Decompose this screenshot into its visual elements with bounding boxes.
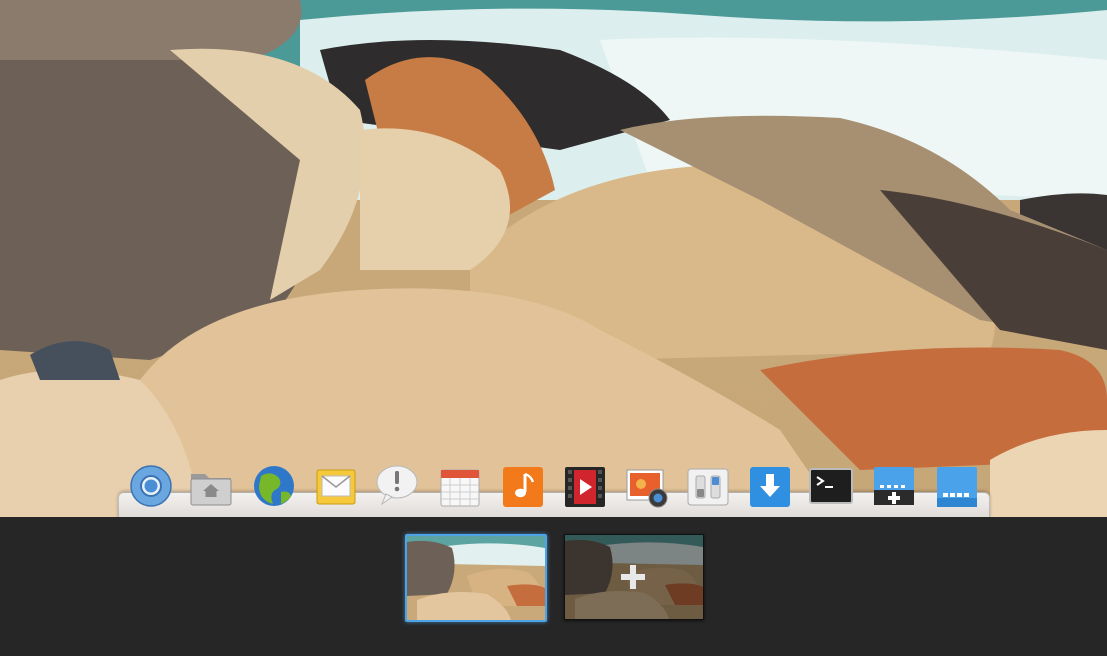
workspace-thumbnail-new[interactable]: [564, 534, 704, 620]
workspace-add-icon[interactable]: [871, 462, 917, 510]
dock-icons: [128, 462, 988, 512]
chromium-icon[interactable]: [128, 462, 174, 510]
plus-icon: [621, 565, 645, 589]
workspace-icon[interactable]: [934, 462, 980, 510]
terminal-icon[interactable]: [808, 462, 854, 510]
toggle-switches-icon[interactable]: [685, 462, 731, 510]
music-note-icon[interactable]: [500, 462, 546, 510]
workspace-thumbnail-image: [407, 536, 545, 620]
desktop-wallpaper: [0, 0, 1107, 517]
home-folder-icon[interactable]: [188, 462, 234, 510]
film-play-icon[interactable]: [562, 462, 608, 510]
photo-camera-icon[interactable]: [624, 462, 670, 510]
workspace-thumbnail-current[interactable]: [405, 534, 547, 622]
globe-icon[interactable]: [251, 462, 297, 510]
workspace-switcher: [0, 517, 1107, 656]
speech-bubble-exclamation-icon[interactable]: [374, 462, 420, 510]
calendar-icon[interactable]: [437, 462, 483, 510]
envelope-icon[interactable]: [313, 462, 359, 510]
download-arrow-icon[interactable]: [747, 462, 793, 510]
